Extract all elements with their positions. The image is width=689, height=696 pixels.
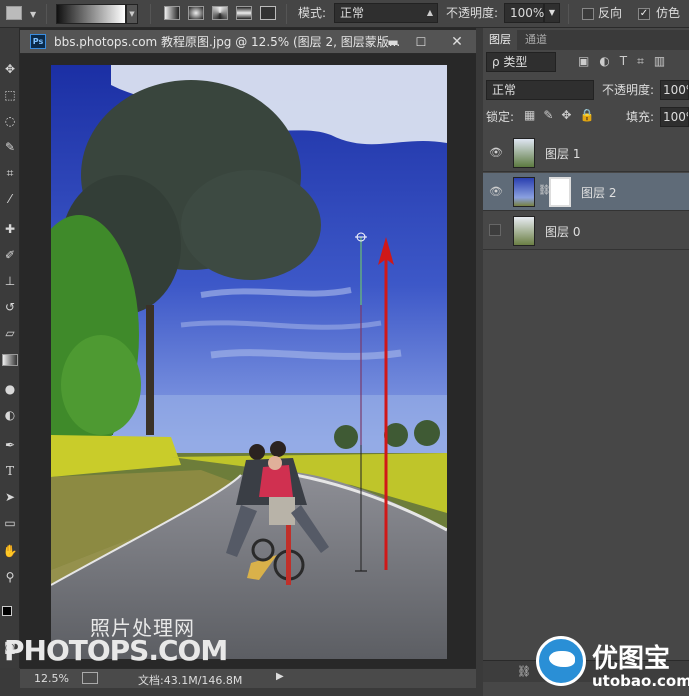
filter-icons[interactable]: ▣◐T⌗▥ [578, 54, 675, 69]
blend-mode-value: 正常 [492, 83, 517, 97]
mode-select[interactable]: 正常 ▲ [334, 3, 438, 23]
hand-tool-icon[interactable]: ✋ [0, 540, 20, 562]
utobao-logo-icon [536, 636, 586, 686]
layer-thumbnail [513, 138, 535, 168]
layer-thumbnail [513, 177, 535, 207]
opacity-value: 100% [510, 6, 545, 20]
gradient-picker[interactable] [56, 4, 126, 24]
document-title: bbs.photops.com 教程原图.jpg @ 12.5% (图层 2, … [54, 35, 401, 49]
layer-row-0[interactable]: 图层 0 [483, 212, 689, 250]
photo-scene [51, 65, 447, 659]
healing-brush-icon[interactable]: ✚ [0, 218, 20, 240]
watermark-left-en: PHOTOPS.COM [4, 634, 228, 667]
tools-panel: ✥ ⬚ ◌ ✎ ⌗ ⁄ ✚ ✐ ⊥ ↺ ▱ ● ◐ ✒ T ➤ ▭ ✋ ⚲ ◙ [0, 28, 20, 668]
link-layers-icon[interactable]: ⛓ [517, 665, 531, 678]
lasso-tool-icon[interactable]: ◌ [0, 110, 20, 132]
blend-mode-select[interactable]: 正常 [486, 80, 594, 100]
visibility-eye-icon[interactable]: 👁 [489, 146, 503, 160]
move-tool-icon[interactable]: ✥ [0, 58, 20, 80]
gradient-dropdown-icon[interactable]: ▼ [126, 4, 138, 24]
marquee-tool-icon[interactable]: ⬚ [0, 84, 20, 106]
filter-label: ρ 类型 [492, 55, 528, 69]
layer-name: 图层 1 [545, 147, 581, 161]
maximize-icon[interactable]: ☐ [410, 33, 432, 51]
fill-value: 100% [663, 110, 688, 124]
eraser-tool-icon[interactable]: ▱ [0, 322, 20, 344]
layer-mask-thumbnail[interactable] [549, 177, 571, 207]
dither-checkbox[interactable]: ✓ [638, 8, 650, 20]
history-brush-icon[interactable]: ↺ [0, 296, 20, 318]
fill-input[interactable]: 100% [660, 107, 689, 127]
lock-label: 锁定: [486, 110, 515, 124]
chevron-down-icon[interactable]: ▼ [30, 10, 36, 19]
mode-label: 模式: [298, 6, 327, 20]
dodge-tool-icon[interactable]: ◐ [0, 404, 20, 426]
layers-panel [483, 28, 689, 696]
layer-opacity-value: 100% [663, 83, 688, 97]
brush-tool-icon[interactable]: ✐ [0, 244, 20, 266]
doc-size: 文档:43.1M/146.8M [138, 674, 243, 687]
layer-thumbnail [513, 216, 535, 246]
layer-opacity-label: 不透明度: [602, 83, 655, 97]
updown-icon: ▲ [426, 8, 433, 17]
shape-tool-icon[interactable]: ▭ [0, 512, 20, 534]
zoom-level[interactable]: 12.5% [34, 672, 69, 685]
watermark-right-cn: 优图宝 [592, 644, 671, 674]
quick-select-tool-icon[interactable]: ✎ [0, 136, 20, 158]
panel-tabs: 图层 通道 [483, 30, 689, 50]
linear-gradient-icon[interactable] [164, 6, 180, 20]
gradient-tool-icon[interactable] [0, 348, 20, 370]
watermark-right-en: utobao.com [592, 672, 689, 690]
dither-label: 仿色 [656, 6, 681, 20]
ps-file-icon: Ps [30, 34, 46, 49]
diamond-gradient-icon[interactable] [260, 6, 276, 20]
eyedropper-tool-icon[interactable]: ⁄ [0, 188, 20, 210]
gradient-tool-icon[interactable] [6, 6, 22, 20]
mode-value: 正常 [340, 6, 365, 20]
options-bar: ▼ ▼ 模式: 正常 ▲ 不透明度: 100% ▼ 反向 ✓ 仿色 [0, 0, 689, 28]
fill-label: 填充: [626, 110, 655, 124]
path-select-icon[interactable]: ➤ [0, 486, 20, 508]
opacity-input[interactable]: 100% [504, 3, 544, 23]
type-tool-icon[interactable]: T [0, 460, 20, 482]
close-icon[interactable]: ✕ [446, 33, 468, 51]
visibility-eye-icon[interactable]: 👁 [489, 185, 503, 199]
foreground-color-swatch[interactable] [2, 606, 12, 616]
image-canvas[interactable] [51, 65, 447, 659]
status-arrow-icon[interactable]: ▶ [276, 671, 284, 682]
radial-gradient-icon[interactable] [188, 6, 204, 20]
document-tab[interactable]: Ps bbs.photops.com 教程原图.jpg @ 12.5% (图层 … [20, 30, 476, 54]
layer-name: 图层 2 [581, 186, 617, 200]
layer-row-1[interactable]: 👁 图层 1 [483, 134, 689, 172]
stamp-tool-icon[interactable]: ⊥ [0, 270, 20, 292]
pen-tool-icon[interactable]: ✒ [0, 434, 20, 456]
angle-gradient-icon[interactable] [212, 6, 228, 20]
reflected-gradient-icon[interactable] [236, 6, 252, 20]
status-bar: 12.5% 文档:43.1M/146.8M ▶ [20, 668, 476, 688]
layer-name: 图层 0 [545, 225, 581, 239]
doc-status-icon[interactable] [82, 672, 98, 684]
layer-row-2-selected[interactable]: 👁 ⛓ 图层 2 [483, 173, 689, 211]
visibility-off-box[interactable] [489, 224, 501, 236]
opacity-dropdown-icon[interactable]: ▼ [544, 3, 560, 23]
blur-tool-icon[interactable]: ● [0, 378, 20, 400]
layer-filter-select[interactable]: ρ 类型 [486, 52, 556, 72]
crop-tool-icon[interactable]: ⌗ [0, 162, 20, 184]
zoom-tool-icon[interactable]: ⚲ [0, 566, 20, 588]
lock-icons[interactable]: ▦✎✥🔒 [524, 108, 602, 122]
layer-opacity-input[interactable]: 100% [660, 80, 689, 100]
tab-layers[interactable]: 图层 [483, 30, 517, 50]
opacity-label: 不透明度: [446, 6, 499, 20]
reverse-checkbox[interactable] [582, 8, 594, 20]
tab-channels[interactable]: 通道 [519, 30, 553, 50]
reverse-label: 反向 [598, 6, 623, 20]
minimize-icon[interactable]: ▬ [382, 33, 404, 51]
